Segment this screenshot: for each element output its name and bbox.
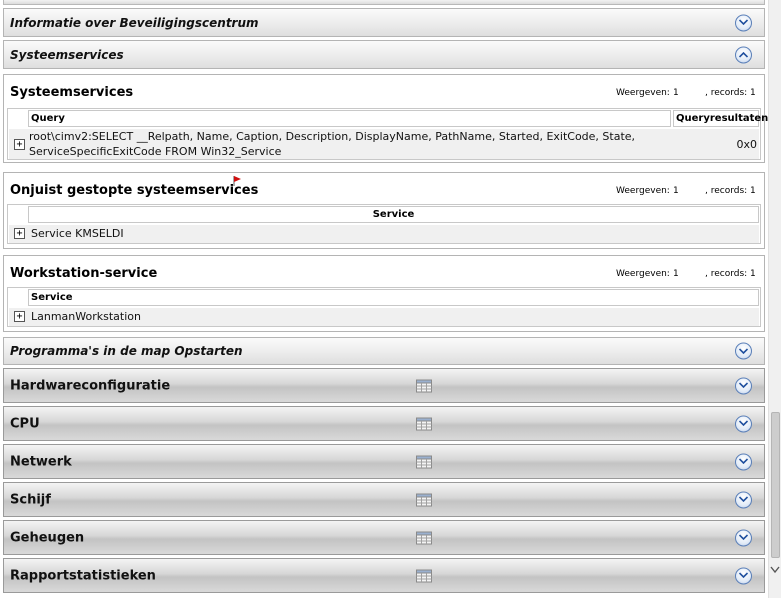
column-header-service[interactable]: Service xyxy=(28,289,759,306)
chevron-down-icon[interactable] xyxy=(735,342,752,360)
section-header-cpu[interactable]: CPU xyxy=(3,406,765,441)
show-label: Weergeven: xyxy=(616,269,670,279)
section-title: Systeemservices xyxy=(10,47,124,62)
records-value: 1 xyxy=(750,186,756,196)
plus-box-icon[interactable]: + xyxy=(14,139,25,150)
service-name: LanmanWorkstation xyxy=(31,310,141,323)
table-grid-icon[interactable] xyxy=(416,379,432,392)
section-title: Hardwareconfiguratie xyxy=(10,378,171,393)
scroll-down-arrow-icon[interactable] xyxy=(769,566,781,582)
results-table: Service + Service KMSELDI xyxy=(7,204,761,244)
section-title: Informatie over Beveiligingscentrum xyxy=(10,15,259,30)
column-header-query-results[interactable]: Queryresultaten xyxy=(673,110,768,127)
section-header-netwerk[interactable]: Netwerk xyxy=(3,444,765,479)
section-title: Geheugen xyxy=(10,530,85,545)
results-table: Query Queryresultaten + root\cimv2:SELEC… xyxy=(7,108,768,160)
chevron-up-icon[interactable] xyxy=(735,46,752,63)
plus-box-icon[interactable]: + xyxy=(14,311,25,322)
table-grid-icon[interactable] xyxy=(416,417,432,430)
panel-stopped-services: Onjuist gestopte systeemservices Weergev… xyxy=(3,172,765,249)
table-grid-icon[interactable] xyxy=(416,493,432,506)
plus-box-icon[interactable]: + xyxy=(14,228,25,239)
scrollbar-thumb[interactable] xyxy=(771,412,780,558)
table-row[interactable]: + root\cimv2:SELECT __Relpath, Name, Cap… xyxy=(9,129,759,159)
red-flag-icon xyxy=(233,176,241,186)
query-text-line2: ServiceSpecificExitCode FROM Win32_Servi… xyxy=(29,145,282,158)
table-grid-icon[interactable] xyxy=(416,569,432,582)
section-header-rapportstatistieken[interactable]: Rapportstatistieken xyxy=(3,558,765,593)
column-header-query[interactable]: Query xyxy=(28,110,671,127)
section-title: Netwerk xyxy=(10,454,72,469)
section-title: Rapportstatistieken xyxy=(10,568,156,583)
table-grid-icon[interactable] xyxy=(416,531,432,544)
panel-workstation-service: Workstation-service Weergeven: 1 , recor… xyxy=(3,255,765,332)
service-name: Service KMSELDI xyxy=(31,227,124,240)
panel-system-services: Systeemservices Weergeven: 1 , records: … xyxy=(3,74,768,163)
section-title: Programma's in de map Opstarten xyxy=(10,344,243,358)
section-header-security-center[interactable]: Informatie over Beveiligingscentrum xyxy=(3,8,765,37)
section-header-geheugen[interactable]: Geheugen xyxy=(3,520,765,555)
records-label: , records: xyxy=(705,186,748,196)
records-label: , records: xyxy=(705,88,748,98)
chevron-down-icon[interactable] xyxy=(735,377,752,394)
records-value: 1 xyxy=(750,88,756,98)
chevron-down-icon[interactable] xyxy=(735,529,752,546)
records-value: 1 xyxy=(750,269,756,279)
chevron-down-icon[interactable] xyxy=(735,567,752,584)
chevron-down-icon[interactable] xyxy=(735,491,752,508)
query-result: 0x0 xyxy=(736,138,757,151)
show-value[interactable]: 1 xyxy=(673,88,679,98)
section-header-startup-programs[interactable]: Programma's in de map Opstarten xyxy=(3,337,765,365)
chevron-down-icon[interactable] xyxy=(735,14,752,31)
show-value[interactable]: 1 xyxy=(673,269,679,279)
panel-title: Workstation-service xyxy=(10,266,158,281)
section-header-hardwareconfiguratie[interactable]: Hardwareconfiguratie xyxy=(3,368,765,403)
panel-title: Systeemservices xyxy=(10,85,134,100)
section-header-schijf[interactable]: Schijf xyxy=(3,482,765,517)
table-row[interactable]: + LanmanWorkstation xyxy=(9,308,759,326)
show-label: Weergeven: xyxy=(616,88,670,98)
table-grid-icon[interactable] xyxy=(416,455,432,468)
section-title: CPU xyxy=(10,416,40,431)
results-table: Service + LanmanWorkstation xyxy=(7,287,761,327)
chevron-down-icon[interactable] xyxy=(735,415,752,432)
column-header-service[interactable]: Service xyxy=(28,206,759,223)
show-label: Weergeven: xyxy=(616,186,670,196)
panel-title: Onjuist gestopte systeemservices xyxy=(10,183,259,198)
previous-section-bottom-edge xyxy=(3,0,765,5)
query-text-line1: root\cimv2:SELECT __Relpath, Name, Capti… xyxy=(29,130,636,143)
records-label: , records: xyxy=(705,269,748,279)
show-value[interactable]: 1 xyxy=(673,186,679,196)
chevron-down-icon[interactable] xyxy=(735,453,752,470)
table-row[interactable]: + Service KMSELDI xyxy=(9,225,759,243)
section-title: Schijf xyxy=(10,492,51,507)
section-header-system-services[interactable]: Systeemservices xyxy=(3,40,765,69)
